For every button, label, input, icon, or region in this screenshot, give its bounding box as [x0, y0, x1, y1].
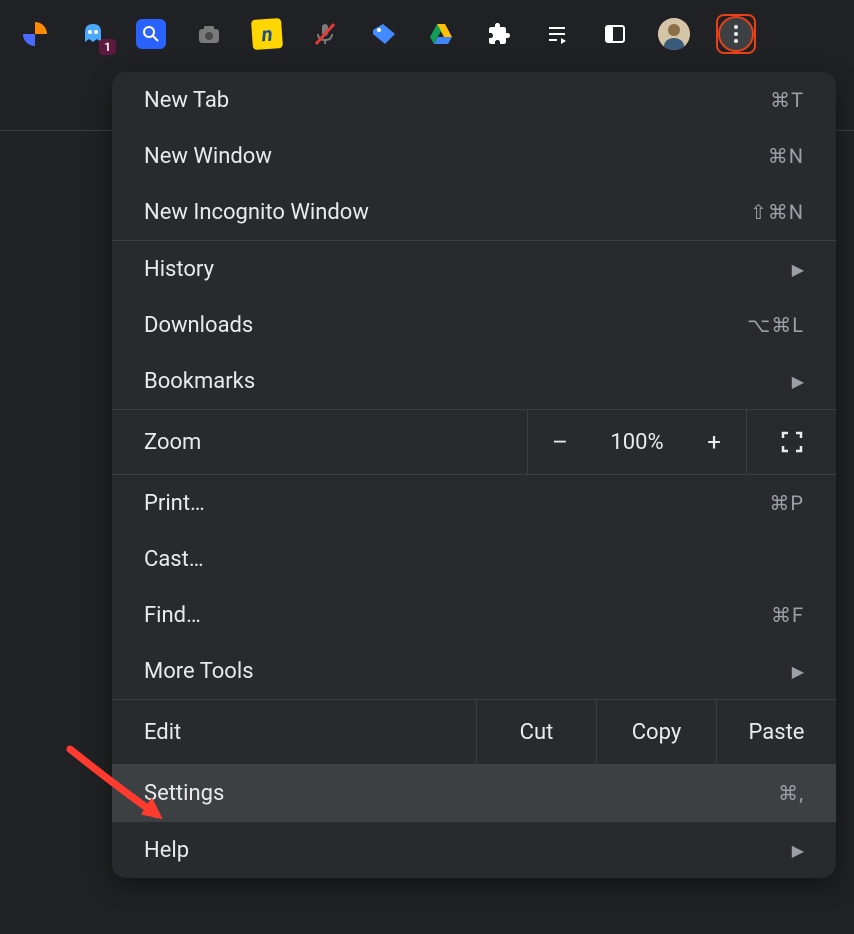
menu-find[interactable]: Find… ⌘F — [112, 587, 836, 643]
menu-cast[interactable]: Cast… — [112, 531, 836, 587]
menu-downloads[interactable]: Downloads ⌥⌘L — [112, 297, 836, 353]
chevron-right-icon: ▶ — [792, 841, 804, 860]
menu-label: Cast… — [144, 547, 804, 572]
menu-settings[interactable]: Settings ⌘, — [112, 765, 836, 821]
media-control-icon[interactable] — [542, 19, 572, 49]
more-menu-button[interactable] — [718, 16, 754, 52]
menu-label: History — [144, 257, 792, 282]
menu-label: Bookmarks — [144, 369, 792, 394]
search-ext-icon[interactable] — [136, 19, 166, 49]
menu-edit-row: Edit Cut Copy Paste — [112, 700, 836, 764]
menu-zoom-row: Zoom – 100% + — [112, 410, 836, 474]
ghostery-badge: 1 — [99, 39, 116, 55]
menu-new-tab[interactable]: New Tab ⌘T — [112, 72, 836, 128]
edit-paste-button[interactable]: Paste — [716, 700, 836, 764]
tag-icon[interactable] — [368, 19, 398, 49]
menu-shortcut: ⇧⌘N — [750, 200, 804, 224]
zoom-controls: – 100% + — [527, 410, 746, 474]
edit-cut-button[interactable]: Cut — [476, 700, 596, 764]
mic-muted-icon[interactable] — [310, 19, 340, 49]
menu-shortcut: ⌘T — [770, 88, 804, 112]
menu-label: Print… — [144, 491, 769, 516]
extensions-puzzle-icon[interactable] — [484, 19, 514, 49]
edit-copy-button[interactable]: Copy — [596, 700, 716, 764]
menu-label: More Tools — [144, 659, 792, 684]
zoom-value: 100% — [592, 430, 682, 455]
notion-icon[interactable]: n — [251, 18, 283, 50]
ghostery-icon[interactable]: 1 — [78, 19, 108, 49]
side-panel-icon[interactable] — [600, 19, 630, 49]
profile-avatar[interactable] — [658, 18, 690, 50]
menu-print[interactable]: Print… ⌘P — [112, 475, 836, 531]
chevron-right-icon: ▶ — [792, 372, 804, 391]
browser-toolbar: 1 n — [0, 0, 854, 68]
menu-shortcut: ⌥⌘L — [747, 313, 804, 337]
menu-shortcut: ⌘P — [769, 491, 804, 515]
edit-label: Edit — [112, 700, 476, 764]
chevron-right-icon: ▶ — [792, 662, 804, 681]
menu-help[interactable]: Help ▶ — [112, 822, 836, 878]
zoom-in-button[interactable]: + — [682, 410, 746, 474]
screenshot-icon[interactable] — [194, 19, 224, 49]
menu-label: Find… — [144, 603, 771, 628]
menu-label: New Window — [144, 144, 768, 169]
zoom-label: Zoom — [112, 430, 527, 455]
menu-history[interactable]: History ▶ — [112, 241, 836, 297]
zoom-out-button[interactable]: – — [528, 410, 592, 474]
chevron-right-icon: ▶ — [792, 260, 804, 279]
menu-label: New Incognito Window — [144, 200, 750, 225]
fullscreen-button[interactable] — [746, 410, 836, 474]
menu-label: Downloads — [144, 313, 747, 338]
menu-label: Help — [144, 838, 792, 863]
chrome-menu: New Tab ⌘T New Window ⌘N New Incognito W… — [112, 72, 836, 878]
menu-shortcut: ⌘, — [778, 781, 804, 805]
menu-more-tools[interactable]: More Tools ▶ — [112, 643, 836, 699]
google-drive-icon[interactable] — [426, 19, 456, 49]
menu-bookmarks[interactable]: Bookmarks ▶ — [112, 353, 836, 409]
menu-shortcut: ⌘N — [768, 144, 804, 168]
menu-new-incognito[interactable]: New Incognito Window ⇧⌘N — [112, 184, 836, 240]
menu-shortcut: ⌘F — [771, 603, 804, 627]
menu-label: Settings — [144, 781, 778, 806]
menu-label: New Tab — [144, 88, 770, 113]
similarweb-icon[interactable] — [20, 19, 50, 49]
menu-new-window[interactable]: New Window ⌘N — [112, 128, 836, 184]
